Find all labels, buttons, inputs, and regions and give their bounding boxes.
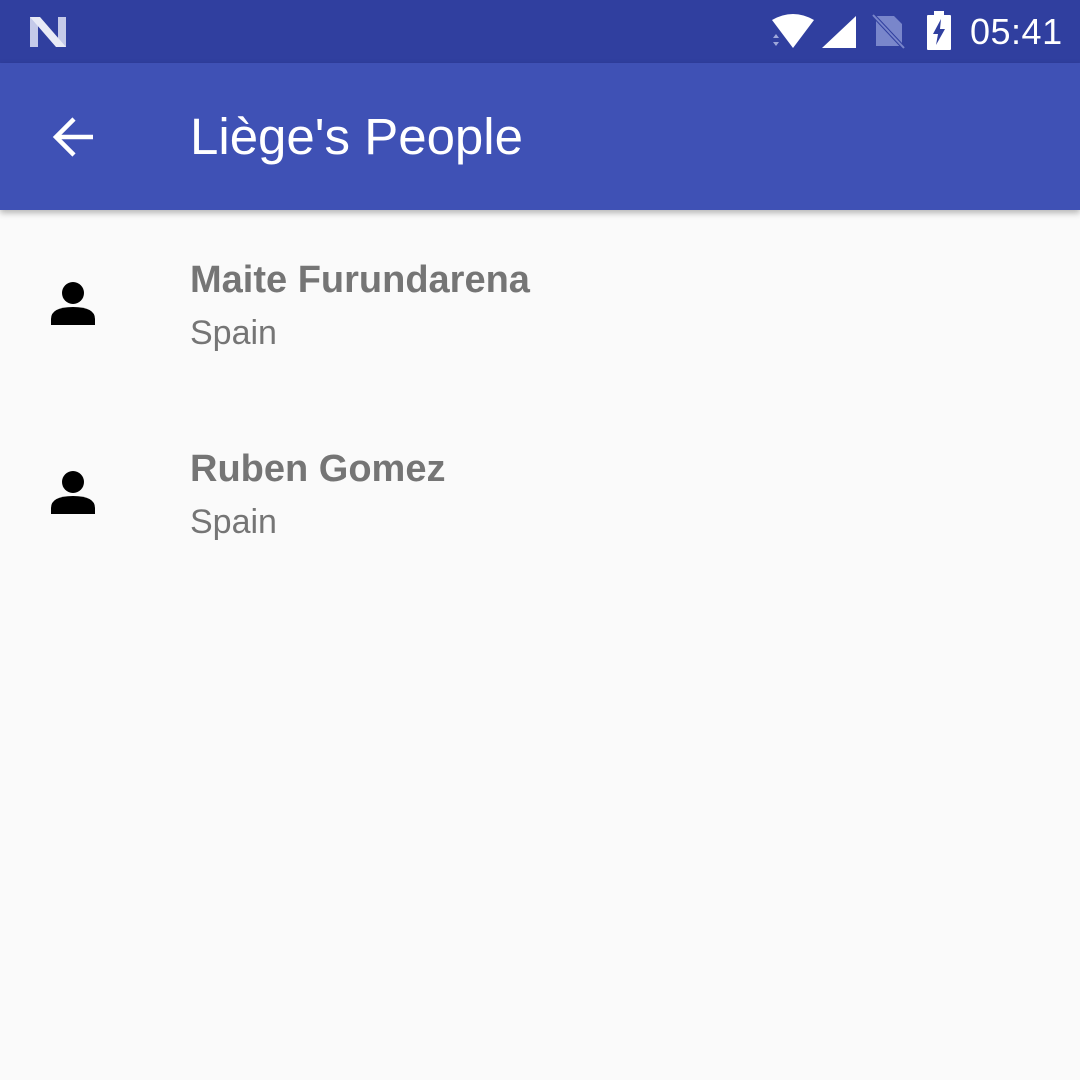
no-sim-icon: [871, 13, 906, 50]
n-logo-icon: [30, 17, 66, 47]
arrow-back-icon: [52, 117, 93, 157]
person-country: Spain: [190, 503, 277, 541]
list-item-person[interactable]: Ruben Gomez Spain: [0, 399, 1080, 588]
status-bar: 05:41: [0, 0, 1080, 63]
page-title: Liège's People: [190, 108, 523, 165]
wifi-icon: [772, 14, 814, 48]
battery-charging-icon: [927, 11, 951, 50]
list-item-person[interactable]: Maite Furundarena Spain: [0, 210, 1080, 399]
status-time: 05:41: [970, 11, 1063, 52]
person-icon: [51, 282, 95, 325]
cell-signal-icon: [822, 16, 856, 48]
person-name: Maite Furundarena: [190, 259, 530, 301]
person-name: Ruben Gomez: [190, 448, 446, 490]
person-country: Spain: [190, 314, 277, 352]
people-list: Maite Furundarena Spain Ruben Gomez Spai…: [0, 210, 1080, 588]
app-bar: Liège's People: [0, 63, 1080, 210]
back-button[interactable]: [34, 97, 114, 177]
person-icon: [51, 471, 95, 514]
